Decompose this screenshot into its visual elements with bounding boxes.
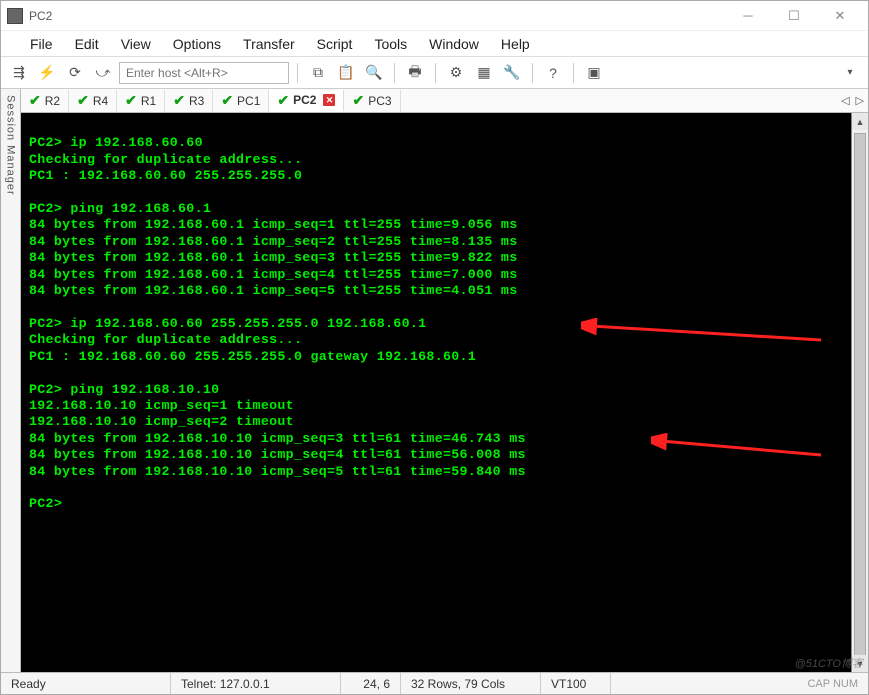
menu-file[interactable]: File — [19, 36, 64, 52]
tab-strip: ✔ R2 ✔ R4 ✔ R1 ✔ R3 ✔ PC1 ✔ PC2 ✕ ✔ PC3 ◁ ▷ — [21, 89, 868, 113]
terminal-output: PC2> ip 192.168.60.60 Checking for dupli… — [21, 113, 868, 519]
tab-r4[interactable]: ✔ R4 — [69, 90, 117, 112]
close-tab-icon[interactable]: ✕ — [323, 94, 335, 106]
menu-window[interactable]: Window — [418, 36, 490, 52]
session-manager-panel[interactable]: Session Manager — [1, 89, 21, 672]
reconnect-icon[interactable]: ⟳ — [63, 61, 87, 85]
check-icon: ✔ — [221, 92, 233, 109]
copy-icon[interactable]: ⧉ — [306, 61, 330, 85]
tab-next-icon[interactable]: ▷ — [856, 94, 864, 107]
status-indicators: CAP NUM — [797, 678, 868, 690]
disconnect-icon[interactable]: ⤻ — [91, 61, 115, 85]
status-connection: Telnet: 127.0.0.1 — [171, 673, 341, 694]
check-icon: ✔ — [29, 92, 41, 109]
divider — [435, 63, 436, 83]
divider — [573, 63, 574, 83]
tab-prev-icon[interactable]: ◁ — [841, 94, 849, 107]
overflow-icon[interactable]: ▾ — [838, 61, 862, 85]
divider — [532, 63, 533, 83]
check-icon: ✔ — [352, 92, 364, 109]
tab-label: PC1 — [237, 94, 260, 108]
check-icon: ✔ — [173, 92, 185, 109]
tab-pc1[interactable]: ✔ PC1 — [213, 90, 269, 112]
scroll-up-icon[interactable]: ▲ — [852, 113, 868, 130]
menu-help[interactable]: Help — [490, 36, 541, 52]
window-title: PC2 — [29, 9, 734, 23]
tab-r1[interactable]: ✔ R1 — [117, 90, 165, 112]
divider — [297, 63, 298, 83]
session-manager-label: Session Manager — [5, 95, 17, 196]
tab-label: PC3 — [368, 94, 391, 108]
scrollbar[interactable]: ▲ ▼ — [851, 113, 868, 672]
menu-transfer[interactable]: Transfer — [232, 36, 306, 52]
session-manager-icon[interactable]: ⇶ — [7, 61, 31, 85]
toolbar: ⇶ ⚡ ⟳ ⤻ ⧉ 📋 🔍 🖶 ⚙ ▦ 🔧 ? ▣ ▾ — [1, 57, 868, 89]
options-icon[interactable]: ⚙ — [444, 61, 468, 85]
tab-label: PC2 — [293, 93, 316, 107]
watermark: @51CTO博客 — [795, 655, 863, 671]
quick-connect-icon[interactable]: ⚡ — [35, 61, 59, 85]
help-icon[interactable]: ? — [541, 61, 565, 85]
title-bar: PC2 ─ ☐ ✕ — [1, 1, 868, 31]
check-icon: ✔ — [277, 92, 289, 109]
status-cursor-pos: 24, 6 — [341, 673, 401, 694]
keymap-icon[interactable]: 🔧 — [500, 61, 524, 85]
status-emulation: VT100 — [541, 673, 611, 694]
app-window: PC2 ─ ☐ ✕ File Edit View Options Transfe… — [0, 0, 869, 695]
minimize-button[interactable]: ─ — [734, 6, 762, 26]
terminal-area[interactable]: PC2> ip 192.168.60.60 Checking for dupli… — [21, 113, 868, 672]
check-icon: ✔ — [77, 92, 89, 109]
status-bar: Ready Telnet: 127.0.0.1 24, 6 32 Rows, 7… — [1, 672, 868, 694]
tab-label: R1 — [141, 94, 156, 108]
tab-label: R4 — [93, 94, 108, 108]
session-options-icon[interactable]: ▦ — [472, 61, 496, 85]
maximize-button[interactable]: ☐ — [780, 6, 808, 26]
menu-options[interactable]: Options — [162, 36, 232, 52]
misc-icon[interactable]: ▣ — [582, 61, 606, 85]
menu-tools[interactable]: Tools — [363, 36, 418, 52]
body-area: Session Manager ✔ R2 ✔ R4 ✔ R1 ✔ R3 ✔ PC1 ✔ PC… — [1, 89, 868, 672]
app-icon — [7, 8, 23, 24]
tab-r3[interactable]: ✔ R3 — [165, 90, 213, 112]
close-button[interactable]: ✕ — [826, 6, 854, 26]
tab-label: R2 — [45, 94, 60, 108]
tab-r2[interactable]: ✔ R2 — [21, 90, 69, 112]
tab-pc3[interactable]: ✔ PC3 — [344, 90, 400, 112]
paste-icon[interactable]: 📋 — [334, 61, 358, 85]
menu-script[interactable]: Script — [306, 36, 364, 52]
tab-pc2[interactable]: ✔ PC2 ✕ — [269, 90, 344, 112]
tab-label: R3 — [189, 94, 204, 108]
menu-edit[interactable]: Edit — [64, 36, 110, 52]
print-icon[interactable]: 🖶 — [403, 61, 427, 85]
menu-view[interactable]: View — [110, 36, 162, 52]
divider — [394, 63, 395, 83]
check-icon: ✔ — [125, 92, 137, 109]
status-rows-cols: 32 Rows, 79 Cols — [401, 673, 541, 694]
main-area: ✔ R2 ✔ R4 ✔ R1 ✔ R3 ✔ PC1 ✔ PC2 ✕ ✔ PC3 ◁ ▷ PC2>… — [21, 89, 868, 672]
scroll-thumb[interactable] — [854, 133, 866, 672]
host-input[interactable] — [119, 62, 289, 84]
menu-bar: File Edit View Options Transfer Script T… — [1, 31, 868, 57]
status-ready: Ready — [1, 673, 171, 694]
find-icon[interactable]: 🔍 — [362, 61, 386, 85]
